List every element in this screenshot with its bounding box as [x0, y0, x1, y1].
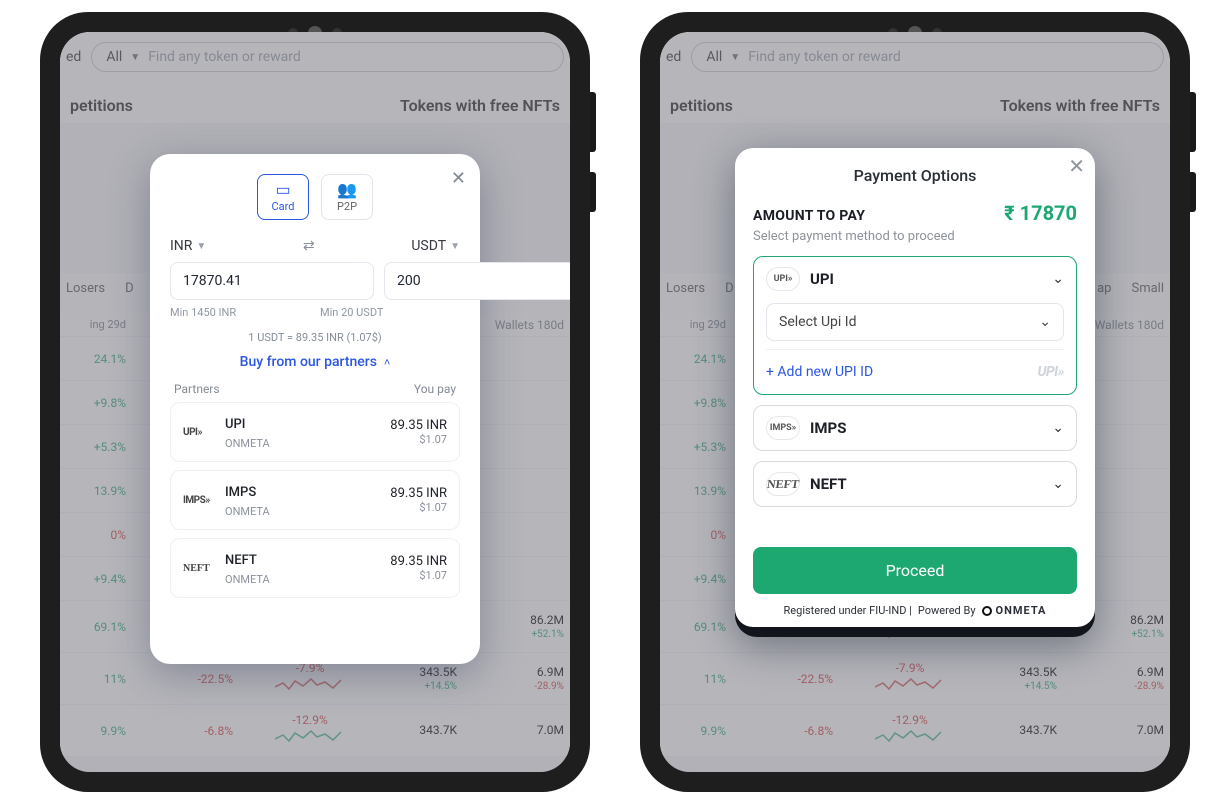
col-youpay: You pay [414, 382, 456, 396]
amount-to-pay-label: AMOUNT TO PAY [753, 208, 865, 224]
to-currency-select[interactable]: USDT ▼ [411, 238, 460, 254]
close-icon[interactable]: ✕ [1068, 154, 1085, 178]
payment-option-upi-label: UPI [810, 270, 1042, 288]
payment-option-imps-label: IMPS [810, 419, 1042, 437]
partner-logo-icon: NEFT [183, 563, 219, 574]
tab-p2p-label: P2P [337, 200, 357, 213]
partner-name: IMPS [225, 485, 256, 500]
partner-sub: ONMETA [225, 437, 270, 450]
partner-price: 89.35 INR$1.07 [390, 486, 447, 514]
payment-option-neft[interactable]: NEFT NEFT ⌄ [753, 461, 1077, 507]
credit-card-icon: ▭ [275, 182, 290, 198]
screen-right: ed All ▼ Find any token or reward petiti… [660, 32, 1170, 772]
payment-option-neft-label: NEFT [810, 475, 1042, 493]
rate-label: 1 USDT = 89.35 INR (1.07$) [170, 331, 460, 344]
partner-logo-icon: UPI» [183, 427, 219, 438]
partner-card[interactable]: UPI» UPI ONMETA 89.35 INR$1.07 [170, 402, 460, 462]
chevron-down-icon: ⌄ [1052, 271, 1064, 287]
upi-logo-icon: UPI» [766, 267, 800, 291]
tab-card[interactable]: ▭ Card [257, 174, 309, 220]
payment-modal-title: Payment Options [753, 166, 1077, 185]
partner-card[interactable]: IMPS» IMPS ONMETA 89.35 INR$1.07 [170, 470, 460, 530]
partner-price: 89.35 INR$1.07 [390, 554, 447, 582]
from-amount-input[interactable] [170, 262, 374, 300]
partner-name: UPI [225, 417, 245, 432]
tab-p2p[interactable]: 👥 P2P [321, 174, 373, 220]
chevron-down-icon: ⌄ [1052, 420, 1064, 436]
buy-from-partners-link[interactable]: Buy from our partners ˄ [170, 354, 460, 370]
add-new-upi-id[interactable]: + Add new UPI ID [766, 364, 873, 380]
to-amount-input[interactable] [384, 262, 570, 300]
from-currency-select[interactable]: INR ▼ [170, 238, 206, 254]
amount-to-pay-value: ₹ 17870 [1004, 201, 1077, 225]
payment-footer: Registered under FIU-IND | Powered By ON… [753, 604, 1077, 617]
payment-hint: Select payment method to proceed [753, 229, 1077, 244]
chevron-down-icon: ▼ [196, 241, 206, 252]
tablet-device-left: ed All ▼ Find any token or reward petiti… [40, 12, 590, 792]
close-icon[interactable]: ✕ [451, 168, 466, 189]
from-currency-label: INR [170, 238, 192, 254]
neft-logo-icon: NEFT [764, 472, 801, 496]
payment-option-upi-head[interactable]: UPI» UPI ⌄ [766, 267, 1064, 291]
chevron-up-icon: ˄ [384, 356, 390, 369]
col-partners: Partners [174, 382, 220, 396]
chevron-down-icon: ⌄ [1052, 476, 1064, 492]
payment-modal-wrap: ✕ Payment Options AMOUNT TO PAY ₹ 17870 … [735, 148, 1095, 637]
buy-modal: ✕ ▭ Card 👥 P2P INR ▼ ⇄ USDT [150, 154, 480, 664]
partner-sub: ONMETA [225, 505, 270, 518]
partner-name: NEFT [225, 553, 257, 568]
to-currency-label: USDT [411, 238, 446, 254]
payment-option-imps[interactable]: IMPS» IMPS ⌄ [753, 405, 1077, 451]
partner-sub: ONMETA [225, 573, 270, 586]
chevron-down-icon: ▼ [450, 241, 460, 252]
screen-left: ed All ▼ Find any token or reward petiti… [60, 32, 570, 772]
partner-card[interactable]: NEFT NEFT ONMETA 89.35 INR$1.07 [170, 538, 460, 598]
chevron-down-icon: ⌄ [1039, 314, 1051, 330]
from-min-label: Min 1450 INR [170, 306, 310, 319]
payment-modal: ✕ Payment Options AMOUNT TO PAY ₹ 17870 … [735, 148, 1095, 627]
imps-logo-icon: IMPS» [766, 416, 800, 440]
swap-icon[interactable]: ⇄ [303, 238, 315, 254]
onmeta-logo: ONMETA [982, 604, 1047, 617]
select-upi-id[interactable]: Select Upi Id ⌄ [766, 303, 1064, 341]
tablet-device-right: ed All ▼ Find any token or reward petiti… [640, 12, 1190, 792]
upi-ghost-logo-icon: UPI» [1037, 364, 1064, 380]
partner-price: 89.35 INR$1.07 [390, 418, 447, 446]
partner-logo-icon: IMPS» [183, 495, 219, 506]
payment-option-upi: UPI» UPI ⌄ Select Upi Id ⌄ + Add new UPI… [753, 256, 1077, 395]
proceed-button[interactable]: Proceed [753, 547, 1077, 594]
to-min-label: Min 20 USDT [320, 306, 460, 319]
select-upi-id-label: Select Upi Id [779, 314, 856, 330]
tab-card-label: Card [272, 200, 295, 213]
people-icon: 👥 [337, 182, 357, 198]
